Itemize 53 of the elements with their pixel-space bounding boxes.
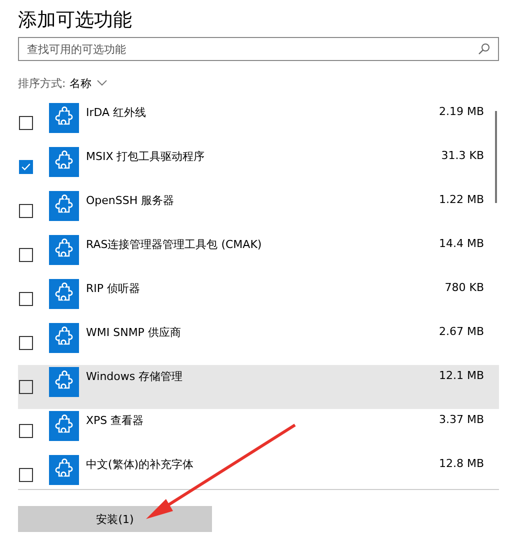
feature-name: RAS连接管理器管理工具包 (CMAK) bbox=[86, 237, 263, 252]
feature-size: 3.37 MB bbox=[438, 413, 484, 426]
checkbox[interactable] bbox=[19, 160, 33, 174]
puzzle-piece-icon bbox=[49, 191, 79, 221]
feature-name: RIP 侦听器 bbox=[86, 281, 142, 296]
puzzle-piece-icon bbox=[49, 367, 79, 397]
puzzle-piece-icon bbox=[49, 411, 79, 441]
checkbox[interactable] bbox=[19, 204, 33, 218]
feature-row[interactable]: IrDA 红外线 2.19 MB bbox=[18, 101, 499, 145]
feature-size: 2.67 MB bbox=[438, 325, 484, 338]
feature-name: WMI SNMP 供应商 bbox=[86, 325, 182, 340]
checkbox[interactable] bbox=[19, 248, 33, 262]
feature-size: 31.3 KB bbox=[441, 149, 484, 162]
feature-name: IrDA 红外线 bbox=[86, 105, 148, 120]
feature-row[interactable]: Windows 存储管理 12.1 MB bbox=[18, 365, 499, 409]
scrollbar[interactable] bbox=[495, 111, 497, 203]
feature-size: 14.4 MB bbox=[438, 237, 484, 250]
sort-dropdown[interactable]: 名称 bbox=[70, 76, 107, 90]
search-icon[interactable] bbox=[478, 43, 490, 55]
chevron-down-icon bbox=[96, 80, 107, 86]
puzzle-piece-icon bbox=[49, 323, 79, 353]
checkbox[interactable] bbox=[19, 424, 33, 438]
feature-row[interactable]: 中文(繁体)的补充字体 12.8 MB bbox=[18, 453, 499, 489]
checkbox[interactable] bbox=[19, 380, 33, 394]
checkbox[interactable] bbox=[19, 336, 33, 350]
puzzle-piece-icon bbox=[49, 147, 79, 177]
feature-size: 12.8 MB bbox=[438, 457, 484, 470]
window-title: 添加可选功能 bbox=[18, 8, 133, 32]
feature-size: 780 KB bbox=[444, 281, 484, 294]
feature-row[interactable]: MSIX 打包工具驱动程序 31.3 KB bbox=[18, 145, 499, 189]
install-button[interactable]: 安装(1) bbox=[18, 506, 212, 532]
puzzle-piece-icon bbox=[49, 279, 79, 309]
feature-size: 1.22 MB bbox=[438, 193, 484, 206]
feature-row[interactable]: OpenSSH 服务器 1.22 MB bbox=[18, 189, 499, 233]
feature-row[interactable]: RIP 侦听器 780 KB bbox=[18, 277, 499, 321]
feature-size: 12.1 MB bbox=[438, 369, 484, 382]
feature-row[interactable]: RAS连接管理器管理工具包 (CMAK) 14.4 MB bbox=[18, 233, 499, 277]
feature-row[interactable]: WMI SNMP 供应商 2.67 MB bbox=[18, 321, 499, 365]
feature-name: XPS 查看器 bbox=[86, 413, 145, 428]
sort-label: 排序方式: bbox=[18, 76, 66, 90]
checkbox[interactable] bbox=[19, 116, 33, 130]
feature-name: OpenSSH 服务器 bbox=[86, 193, 176, 208]
puzzle-piece-icon bbox=[49, 103, 79, 133]
puzzle-piece-icon bbox=[49, 455, 79, 485]
feature-size: 2.19 MB bbox=[438, 105, 484, 118]
feature-row[interactable]: XPS 查看器 3.37 MB bbox=[18, 409, 499, 453]
checkbox[interactable] bbox=[19, 468, 33, 482]
checkbox[interactable] bbox=[19, 292, 33, 306]
puzzle-piece-icon bbox=[49, 235, 79, 265]
feature-name: 中文(繁体)的补充字体 bbox=[86, 457, 195, 472]
feature-name: MSIX 打包工具驱动程序 bbox=[86, 149, 206, 164]
feature-name: Windows 存储管理 bbox=[86, 369, 184, 384]
search-field[interactable]: 查找可用的可选功能 bbox=[18, 37, 499, 61]
